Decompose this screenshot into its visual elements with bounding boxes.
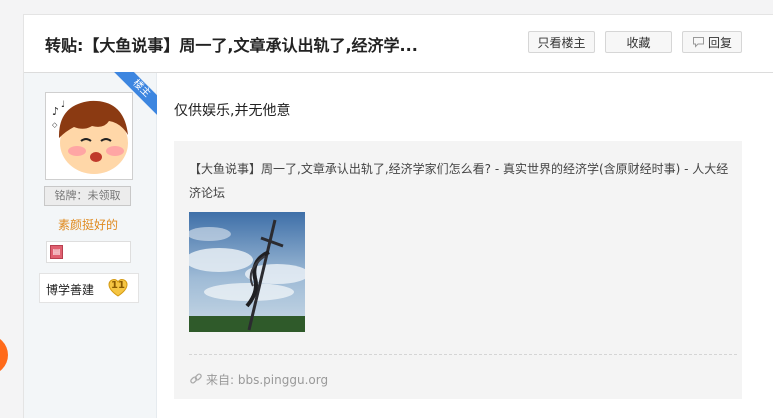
svg-text:♩: ♩ bbox=[61, 100, 65, 110]
post-body-text: 仅供娱乐,并无他意 bbox=[174, 103, 291, 119]
source-line[interactable]: 来自: bbs.pinggu.org bbox=[189, 371, 328, 389]
svg-text:♪: ♪ bbox=[52, 105, 59, 118]
reply-button[interactable]: 回复 bbox=[682, 31, 742, 53]
post-title: 转贴:【大鱼说事】周一了,文章承认出轨了,经济学... bbox=[45, 36, 418, 55]
author-signature: 素颜挺好的 bbox=[57, 218, 118, 232]
only-author-button[interactable]: 只看楼主 bbox=[528, 31, 595, 53]
floating-orange-tab[interactable] bbox=[0, 335, 8, 375]
speech-bubble-icon bbox=[692, 33, 705, 55]
source-label: 来自: bbox=[206, 373, 235, 387]
post-header: 转贴:【大鱼说事】周一了,文章承认出轨了,经济学... 只看楼主 收藏 回复 bbox=[24, 15, 773, 73]
shared-link-title[interactable]: 【大鱼说事】周一了,文章承认出轨了,经济学家们怎么看? - 真实世界的经济学(含… bbox=[189, 157, 734, 205]
level-box[interactable]: 博学善建 11 bbox=[39, 273, 139, 303]
author-ribbon: 楼主 bbox=[112, 72, 157, 117]
card-divider bbox=[189, 354, 737, 355]
svg-text:◇: ◇ bbox=[52, 121, 58, 129]
level-name: 博学善建 bbox=[46, 283, 95, 297]
level-number: 11 bbox=[111, 280, 125, 291]
ribbon-label: 楼主 bbox=[112, 72, 157, 117]
rank-box: ▤ bbox=[46, 241, 131, 263]
medal-badge[interactable]: 铭牌：未领取 bbox=[44, 186, 131, 206]
shared-link-thumbnail[interactable] bbox=[189, 212, 305, 332]
shared-link-card[interactable]: 【大鱼说事】周一了,文章承认出轨了,经济学家们怎么看? - 真实世界的经济学(含… bbox=[174, 141, 742, 399]
rank-icon: ▤ bbox=[50, 245, 63, 259]
sword-sky-image bbox=[189, 212, 305, 332]
post-panel: 转贴:【大鱼说事】周一了,文章承认出轨了,经济学... 只看楼主 收藏 回复 楼… bbox=[23, 14, 773, 418]
reply-label: 回复 bbox=[707, 36, 732, 50]
link-chain-icon bbox=[189, 372, 203, 389]
heart-badge-icon: 11 bbox=[107, 277, 129, 303]
favorite-button[interactable]: 收藏 bbox=[605, 31, 672, 53]
source-domain[interactable]: bbs.pinggu.org bbox=[238, 373, 328, 387]
